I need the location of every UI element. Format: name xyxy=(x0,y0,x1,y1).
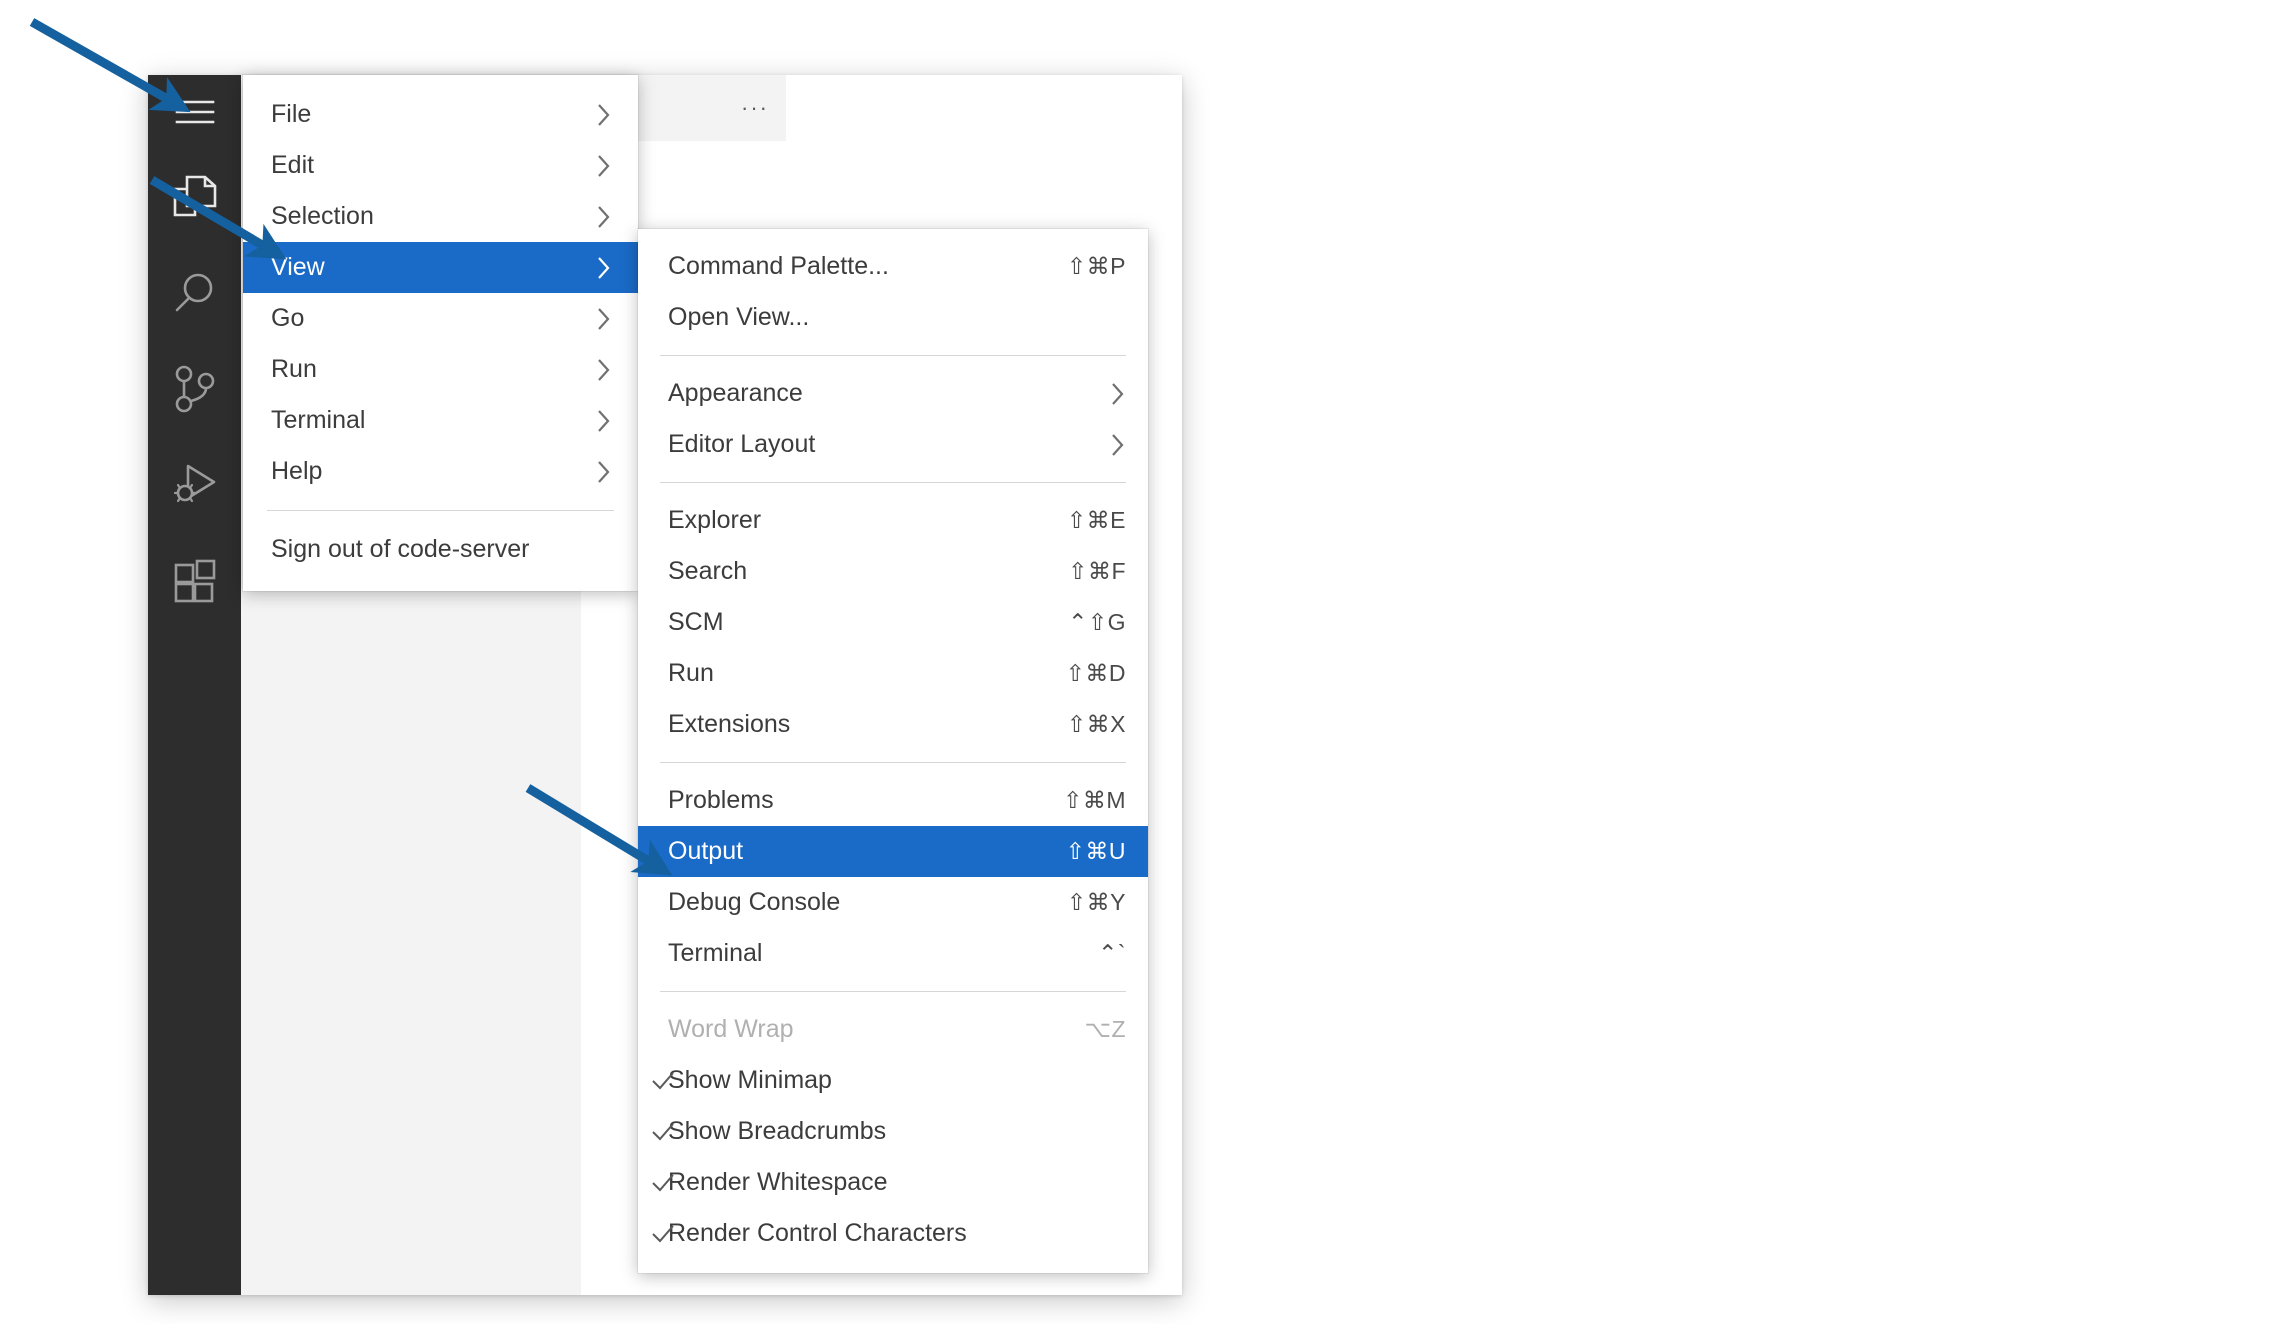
menu-item-shortcut: ⇧⌘P xyxy=(1067,253,1126,280)
menu-item-go[interactable]: Go xyxy=(243,293,638,344)
menu-item-label: Render Control Characters xyxy=(668,1219,967,1248)
main-menu-dropdown: File Edit Selection View Go Run xyxy=(243,75,638,591)
chevron-right-icon xyxy=(596,153,612,179)
menu-item-shortcut: ⌥Z xyxy=(1084,1016,1126,1043)
menu-item-label: Open View... xyxy=(668,303,809,332)
checkmark-icon xyxy=(650,1106,676,1157)
menu-item-label: Run xyxy=(271,355,317,384)
chevron-right-icon xyxy=(596,408,612,434)
view-submenu-dropdown: Command Palette... ⇧⌘P Open View... Appe… xyxy=(638,229,1148,1273)
activity-bar xyxy=(148,75,241,1295)
menu-item-problems[interactable]: Problems ⇧⌘M xyxy=(638,775,1148,826)
menu-item-run[interactable]: Run ⇧⌘D xyxy=(638,648,1148,699)
menu-item-label: Extensions xyxy=(668,710,790,739)
menu-item-label: Show Minimap xyxy=(668,1066,832,1095)
menu-item-search[interactable]: Search ⇧⌘F xyxy=(638,546,1148,597)
menu-item-shortcut: ⌃⇧G xyxy=(1068,609,1126,636)
menu-item-extensions[interactable]: Extensions ⇧⌘X xyxy=(638,699,1148,750)
menu-item-selection[interactable]: Selection xyxy=(243,191,638,242)
menu-item-label: Problems xyxy=(668,786,774,815)
chevron-right-icon xyxy=(596,357,612,383)
menu-separator xyxy=(660,991,1126,992)
chevron-right-icon xyxy=(596,255,612,281)
menu-item-scm[interactable]: SCM ⌃⇧G xyxy=(638,597,1148,648)
chevron-right-icon xyxy=(1110,432,1126,458)
menu-item-run[interactable]: Run xyxy=(243,344,638,395)
menu-separator xyxy=(660,482,1126,483)
menu-item-shortcut: ⇧⌘E xyxy=(1067,507,1126,534)
menu-item-appearance[interactable]: Appearance xyxy=(638,368,1148,419)
chevron-right-icon xyxy=(596,204,612,230)
menu-item-show-breadcrumbs[interactable]: Show Breadcrumbs xyxy=(638,1106,1148,1157)
menu-item-label: Render Whitespace xyxy=(668,1168,888,1197)
tab-more-actions-icon[interactable]: ··· xyxy=(724,75,786,141)
menu-item-label: Terminal xyxy=(271,406,365,435)
menu-item-label: Output xyxy=(668,837,743,866)
menu-item-shortcut: ⇧⌘Y xyxy=(1067,889,1126,916)
breadcrumb xyxy=(581,141,1182,171)
menu-item-help[interactable]: Help xyxy=(243,446,638,497)
tab-bar: ··· xyxy=(581,75,1182,141)
menu-item-label: View xyxy=(271,253,325,282)
menu-item-view[interactable]: View xyxy=(243,242,638,293)
menu-item-shortcut: ⇧⌘X xyxy=(1067,711,1126,738)
menu-item-render-whitespace[interactable]: Render Whitespace xyxy=(638,1157,1148,1208)
menu-item-editor-layout[interactable]: Editor Layout xyxy=(638,419,1148,470)
menu-item-label: Run xyxy=(668,659,714,688)
menu-hamburger-icon[interactable] xyxy=(148,75,241,149)
menu-item-label: Selection xyxy=(271,202,374,231)
menu-item-word-wrap: Word Wrap ⌥Z xyxy=(638,1004,1148,1055)
menu-item-label: Terminal xyxy=(668,939,762,968)
menu-item-label: Sign out of code-server xyxy=(271,535,529,564)
menu-item-shortcut: ⇧⌘M xyxy=(1063,787,1126,814)
checkmark-icon xyxy=(650,1208,676,1259)
menu-item-shortcut: ⇧⌘D xyxy=(1066,660,1126,687)
explorer-icon[interactable] xyxy=(148,149,241,245)
search-icon[interactable] xyxy=(148,245,241,341)
menu-item-command-palette[interactable]: Command Palette... ⇧⌘P xyxy=(638,241,1148,292)
menu-item-label: Appearance xyxy=(668,379,803,408)
menu-item-shortcut: ⌃` xyxy=(1098,940,1126,967)
menu-item-label: SCM xyxy=(668,608,724,637)
chevron-right-icon xyxy=(596,459,612,485)
checkmark-icon xyxy=(650,1157,676,1208)
menu-item-output[interactable]: Output ⇧⌘U xyxy=(638,826,1148,877)
menu-item-file[interactable]: File xyxy=(243,89,638,140)
menu-item-label: Editor Layout xyxy=(668,430,815,459)
menu-item-sign-out[interactable]: Sign out of code-server xyxy=(243,524,638,575)
menu-item-label: Edit xyxy=(271,151,314,180)
source-control-icon[interactable] xyxy=(148,341,241,437)
menu-item-label: Debug Console xyxy=(668,888,840,917)
menu-item-label: Go xyxy=(271,304,304,333)
menu-item-show-minimap[interactable]: Show Minimap xyxy=(638,1055,1148,1106)
menu-item-label: Show Breadcrumbs xyxy=(668,1117,886,1146)
menu-item-terminal[interactable]: Terminal ⌃` xyxy=(638,928,1148,979)
menu-separator xyxy=(660,762,1126,763)
menu-item-terminal[interactable]: Terminal xyxy=(243,395,638,446)
menu-item-open-view[interactable]: Open View... xyxy=(638,292,1148,343)
menu-item-label: Search xyxy=(668,557,747,586)
menu-separator xyxy=(660,355,1126,356)
menu-item-edit[interactable]: Edit xyxy=(243,140,638,191)
menu-item-debug-console[interactable]: Debug Console ⇧⌘Y xyxy=(638,877,1148,928)
menu-item-explorer[interactable]: Explorer ⇧⌘E xyxy=(638,495,1148,546)
menu-item-label: Explorer xyxy=(668,506,761,535)
menu-item-label: Command Palette... xyxy=(668,252,889,281)
extensions-icon[interactable] xyxy=(148,533,241,629)
menu-item-render-control-characters[interactable]: Render Control Characters xyxy=(638,1208,1148,1259)
menu-item-label: File xyxy=(271,100,311,129)
menu-item-label: Help xyxy=(271,457,322,486)
chevron-right-icon xyxy=(596,306,612,332)
chevron-right-icon xyxy=(1110,381,1126,407)
run-and-debug-icon[interactable] xyxy=(148,437,241,533)
menu-item-label: Word Wrap xyxy=(668,1015,794,1044)
menu-item-shortcut: ⇧⌘F xyxy=(1068,558,1126,585)
checkmark-icon xyxy=(650,1055,676,1106)
chevron-right-icon xyxy=(596,102,612,128)
menu-item-shortcut: ⇧⌘U xyxy=(1066,838,1126,865)
menu-separator xyxy=(267,510,614,511)
